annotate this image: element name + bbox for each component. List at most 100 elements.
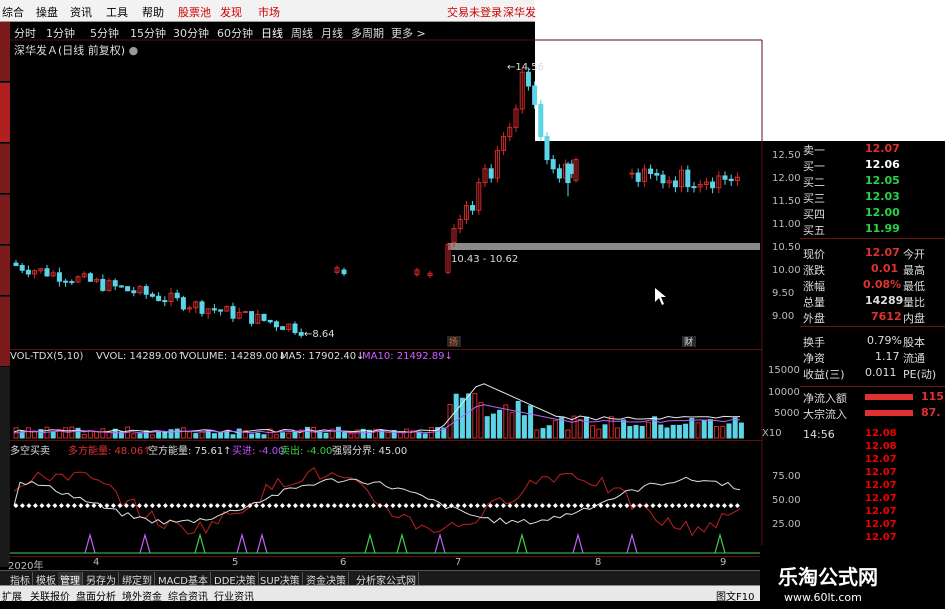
status-tab[interactable]: 行业资讯 — [214, 588, 254, 603]
status-tab[interactable]: 境外资金 — [122, 588, 162, 603]
order-book-row[interactable]: 卖一 12.07 — [803, 141, 943, 157]
status-tab[interactable]: 扩展 — [2, 588, 22, 603]
strength-line-marker — [455, 503, 461, 509]
strength-line-marker — [26, 503, 32, 509]
candle-body — [654, 173, 660, 176]
volume-bar — [608, 416, 614, 439]
bull-energy-value: 多方能量: 48.06↑ — [68, 446, 152, 457]
volume-bar — [75, 427, 81, 439]
signal-triangle — [434, 532, 446, 554]
volume-bar — [695, 422, 701, 439]
strength-line-marker — [494, 503, 500, 509]
candle-body — [261, 313, 267, 321]
status-tab[interactable]: 综合资讯 — [168, 588, 208, 603]
trade-row: 12.08 — [865, 428, 897, 439]
signal-triangle — [572, 532, 584, 554]
indicator-name[interactable]: 多空买卖 — [10, 442, 50, 457]
strength-line-marker — [104, 503, 110, 509]
indicator-tick: 50.00 — [772, 495, 801, 506]
strength-line-marker — [175, 503, 181, 509]
volume-bar — [565, 429, 571, 439]
volume-bar — [317, 431, 323, 439]
trade-row: 12.07 — [865, 506, 897, 517]
vol-indicator-name[interactable]: VOL-TDX(5,10) — [10, 351, 83, 362]
volume-bar — [162, 431, 168, 439]
order-book-row[interactable]: 买二 12.05 — [803, 173, 943, 189]
strength-line-marker — [702, 503, 708, 509]
strength-line-marker — [136, 503, 142, 509]
trade-list[interactable]: 14:56 12.08 12.08 12.07 12.07 12.07 12.0… — [800, 428, 945, 558]
order-book-row[interactable]: 买四 12.00 — [803, 205, 943, 221]
x-axis-month: 4 — [93, 557, 100, 568]
candle-body — [280, 326, 286, 330]
candle-body — [218, 309, 224, 312]
strength-line-marker — [513, 503, 519, 509]
strength-line-marker — [539, 503, 545, 509]
status-bar: 扩展 关联报价 盘面分析 境外资金 综合资讯 行业资讯 图文F10 — [0, 585, 760, 603]
strength-line-marker — [552, 503, 558, 509]
volume-bar — [335, 426, 341, 439]
status-tab[interactable]: 盘面分析 — [76, 588, 116, 603]
strength-line-marker — [292, 503, 298, 509]
f10-link[interactable]: 图文F10 — [716, 588, 754, 603]
volume-bar — [273, 434, 279, 439]
candle-body — [156, 295, 162, 302]
x-axis-month: 6 — [340, 557, 347, 568]
buy-value: 买进: -4.00 — [232, 446, 285, 457]
strength-line-marker — [617, 503, 623, 509]
candle-body — [143, 286, 149, 295]
volume-bar — [621, 419, 627, 439]
candle-body — [162, 300, 168, 303]
strength-line-marker — [331, 503, 337, 509]
volume-bar — [664, 427, 670, 439]
stat-row: 涨跌 0.01 最高 — [803, 262, 925, 277]
strength-line-marker — [695, 503, 701, 509]
strength-line-marker — [572, 503, 578, 509]
price-tick: 12.50 — [772, 150, 801, 161]
strength-line-marker — [260, 503, 266, 509]
strength-line-marker — [611, 503, 617, 509]
strength-line-marker — [58, 503, 64, 509]
strength-line-marker — [52, 503, 58, 509]
signal-triangle — [516, 532, 528, 554]
volume-bar — [348, 433, 354, 439]
volume-bar — [738, 422, 744, 439]
order-book-row[interactable]: 买三 12.03 — [803, 189, 943, 205]
stat-row: 换手 0.79% 股本 — [803, 334, 925, 349]
strength-line-marker — [546, 503, 552, 509]
volume-bar — [100, 428, 106, 439]
volume-bar — [645, 422, 651, 439]
strength-line-marker — [201, 503, 207, 509]
bull-energy-line — [13, 466, 741, 537]
candle-body — [722, 175, 728, 180]
volume-bar — [25, 427, 31, 439]
strength-line-marker — [32, 503, 38, 509]
strength-line-marker — [143, 503, 149, 509]
order-book-row[interactable]: 买五 11.99 — [803, 221, 943, 237]
order-book-row[interactable]: 买一 12.06 — [803, 157, 943, 173]
strength-line-marker — [91, 503, 97, 509]
volume-bar — [255, 432, 261, 439]
strength-line-marker — [325, 503, 331, 509]
candle-body — [550, 159, 556, 170]
candle-body — [19, 265, 25, 271]
candle-body — [118, 285, 124, 288]
volume-bar — [280, 432, 286, 439]
volume-bar — [180, 427, 186, 439]
strength-line-marker — [643, 503, 649, 509]
strength-line-marker — [84, 503, 90, 509]
strength-line-marker — [188, 503, 194, 509]
status-tab[interactable]: 关联报价 — [30, 588, 70, 603]
strength-line-marker — [357, 503, 363, 509]
volume-bar — [689, 418, 695, 439]
strength-line-marker — [19, 503, 25, 509]
strength-line-marker — [520, 503, 526, 509]
strength-line-marker — [734, 503, 740, 509]
strength-line-marker — [416, 503, 422, 509]
candle-body — [635, 172, 641, 182]
volume-bar — [540, 428, 546, 439]
volume-bar — [472, 393, 478, 439]
strength-line-marker — [130, 503, 136, 509]
volume-bar — [50, 431, 56, 439]
volume-bar — [137, 433, 143, 439]
